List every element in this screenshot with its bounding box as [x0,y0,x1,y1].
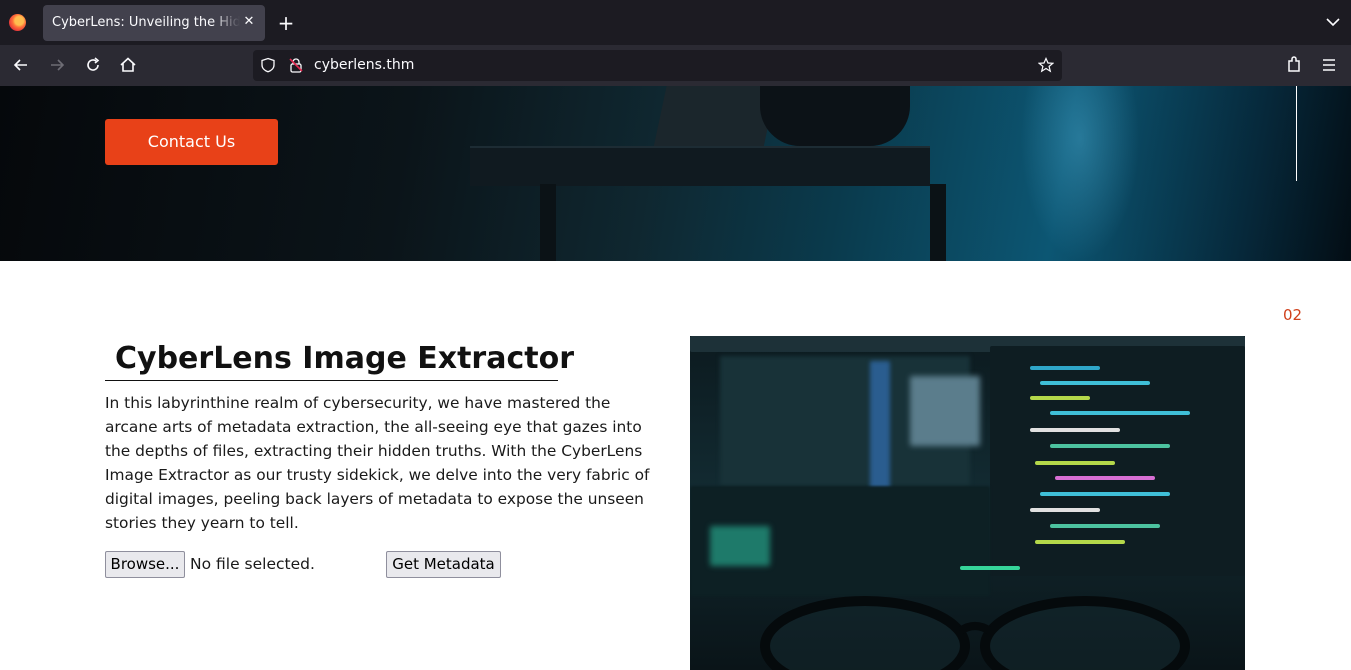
shield-icon[interactable] [260,57,276,73]
tab-strip: CyberLens: Unveiling the Hidden ✕ + [0,0,1351,45]
address-bar[interactable]: cyberlens.thm [253,50,1062,81]
extensions-icon[interactable] [1284,55,1304,75]
hero-person-shape [760,86,910,146]
get-metadata-button[interactable]: Get Metadata [386,551,501,578]
forward-icon[interactable] [47,55,67,75]
hero-laptop-shape [653,86,777,148]
bookmark-star-icon[interactable] [1038,57,1054,73]
tab-title: CyberLens: Unveiling the Hidden [52,15,240,30]
chevron-down-icon[interactable] [1325,14,1341,30]
browse-file-button[interactable]: Browse... [105,551,185,578]
back-icon[interactable] [11,55,31,75]
insecure-lock-icon[interactable] [288,57,304,73]
nav-toolbar: cyberlens.thm [0,45,1351,86]
hero-desk-shape [470,146,930,186]
menu-icon[interactable] [1319,55,1339,75]
home-icon[interactable] [118,55,138,75]
section-description: In this labyrinthine realm of cybersecur… [105,394,650,532]
page-title: CyberLens Image Extractor [105,340,574,381]
eyeglasses-shape [760,596,1190,670]
hero-desk-leg [930,184,946,261]
hero-desk-leg [540,184,556,261]
close-tab-icon[interactable]: ✕ [241,13,257,31]
contact-us-button[interactable]: Contact Us [105,119,278,165]
firefox-logo-icon [9,14,26,31]
browser-tab[interactable]: CyberLens: Unveiling the Hidden ✕ [43,5,265,41]
hero-banner: Contact Us [0,86,1351,261]
new-tab-icon[interactable]: + [276,12,296,34]
file-status-text: No file selected. [190,555,315,573]
url-text[interactable]: cyberlens.thm [314,57,414,73]
code-screen-photo [690,336,1245,670]
section-number: 02 [1283,306,1303,324]
reload-icon[interactable] [83,55,103,75]
hero-divider-line [1296,86,1297,181]
hero-light-glow [1020,86,1140,261]
